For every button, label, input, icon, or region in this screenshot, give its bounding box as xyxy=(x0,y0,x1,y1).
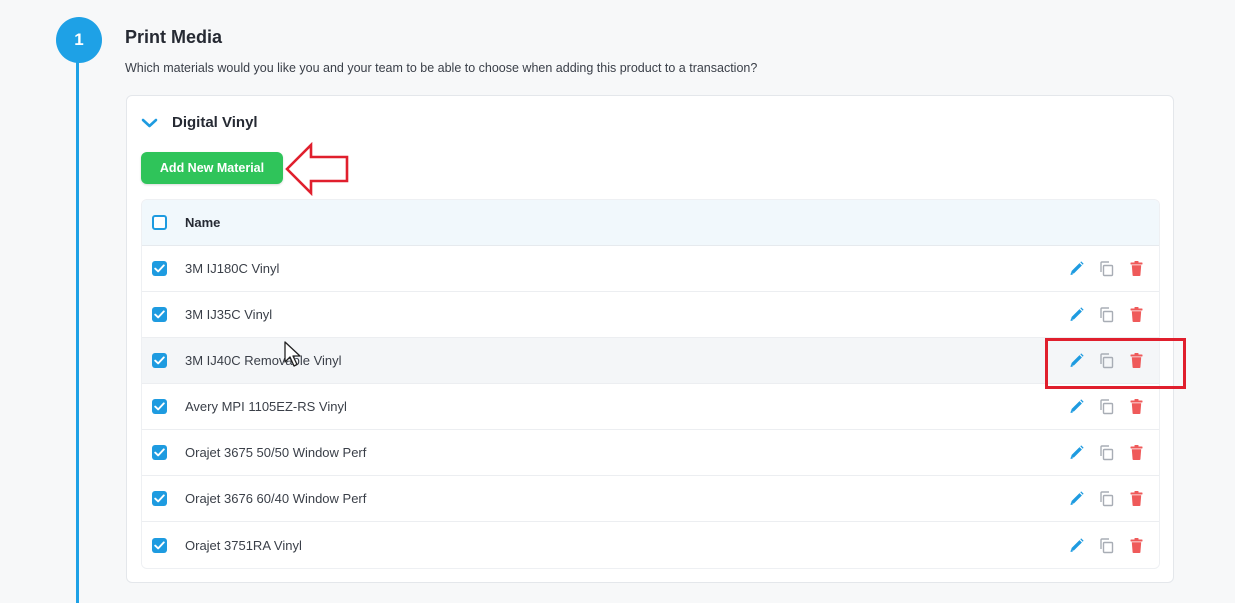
trash-icon[interactable] xyxy=(1128,444,1145,461)
section-title: Print Media xyxy=(125,27,223,47)
row-checkbox[interactable] xyxy=(152,537,167,553)
select-all-checkbox[interactable] xyxy=(152,215,167,230)
material-name: Avery MPI 1105EZ-RS Vinyl xyxy=(185,399,347,414)
row-checkbox[interactable] xyxy=(152,399,167,414)
copy-icon[interactable] xyxy=(1098,490,1115,507)
material-group-card: Digital Vinyl Add New Material Name 3M I… xyxy=(126,95,1174,583)
chevron-down-icon[interactable] xyxy=(141,117,158,129)
material-name: 3M IJ180C Vinyl xyxy=(185,261,280,276)
materials-table: Name 3M IJ180C Vinyl 3M IJ35C Vinyl 3M IJ4… xyxy=(141,199,1160,569)
material-name: Orajet 3751RA Vinyl xyxy=(185,537,302,553)
copy-icon[interactable] xyxy=(1098,444,1115,461)
add-new-material-button[interactable]: Add New Material xyxy=(141,152,283,184)
row-actions xyxy=(1068,260,1145,277)
material-name: 3M IJ35C Vinyl xyxy=(185,307,273,322)
table-row[interactable]: Orajet 3751RA Vinyl xyxy=(142,522,1159,568)
row-checkbox[interactable] xyxy=(152,261,167,276)
row-checkbox[interactable] xyxy=(152,353,167,368)
pencil-icon[interactable] xyxy=(1068,537,1085,554)
annotation-highlight-box xyxy=(1045,338,1186,389)
copy-icon[interactable] xyxy=(1098,260,1115,277)
row-actions xyxy=(1068,306,1145,323)
row-actions xyxy=(1068,444,1145,461)
table-row[interactable]: Avery MPI 1105EZ-RS Vinyl xyxy=(142,384,1159,430)
column-header-name[interactable]: Name xyxy=(185,215,220,230)
group-header[interactable]: Digital Vinyl xyxy=(141,114,258,131)
table-header: Name xyxy=(142,200,1159,246)
row-checkbox[interactable] xyxy=(152,307,167,322)
mouse-cursor-icon xyxy=(284,341,301,367)
trash-icon[interactable] xyxy=(1128,306,1145,323)
trash-icon[interactable] xyxy=(1128,537,1145,554)
trash-icon[interactable] xyxy=(1128,260,1145,277)
pencil-icon[interactable] xyxy=(1068,260,1085,277)
timeline-line xyxy=(76,58,79,603)
trash-icon[interactable] xyxy=(1128,490,1145,507)
table-row[interactable]: Orajet 3676 60/40 Window Perf xyxy=(142,476,1159,522)
pencil-icon[interactable] xyxy=(1068,306,1085,323)
copy-icon[interactable] xyxy=(1098,398,1115,415)
table-row[interactable]: 3M IJ35C Vinyl xyxy=(142,292,1159,338)
row-checkbox[interactable] xyxy=(152,491,167,506)
material-name: 3M IJ40C Removable Vinyl xyxy=(185,353,342,368)
section-description: Which materials would you like you and y… xyxy=(125,61,758,75)
pencil-icon[interactable] xyxy=(1068,490,1085,507)
row-actions xyxy=(1068,537,1145,554)
trash-icon[interactable] xyxy=(1128,398,1145,415)
row-actions xyxy=(1068,398,1145,415)
copy-icon[interactable] xyxy=(1098,306,1115,323)
row-checkbox[interactable] xyxy=(152,445,167,460)
pencil-icon[interactable] xyxy=(1068,444,1085,461)
table-row[interactable]: 3M IJ180C Vinyl xyxy=(142,246,1159,292)
group-title: Digital Vinyl xyxy=(172,114,258,131)
copy-icon[interactable] xyxy=(1098,537,1115,554)
pencil-icon[interactable] xyxy=(1068,398,1085,415)
step-number-badge: 1 xyxy=(56,17,102,63)
material-name: Orajet 3676 60/40 Window Perf xyxy=(185,491,367,506)
annotation-arrow-icon xyxy=(285,142,349,196)
material-name: Orajet 3675 50/50 Window Perf xyxy=(185,445,367,460)
table-row[interactable]: Orajet 3675 50/50 Window Perf xyxy=(142,430,1159,476)
row-actions xyxy=(1068,490,1145,507)
